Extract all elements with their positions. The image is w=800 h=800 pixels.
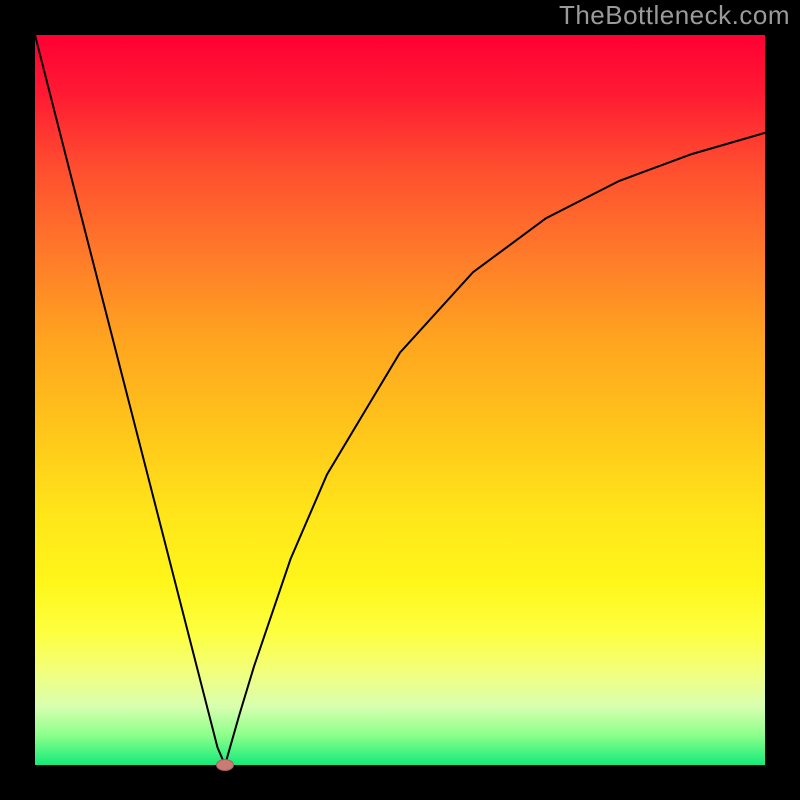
watermark-text: TheBottleneck.com <box>559 0 790 31</box>
minimum-marker <box>216 759 234 771</box>
curve-line <box>35 35 765 765</box>
bottleneck-curve <box>35 35 765 765</box>
chart-frame: TheBottleneck.com <box>0 0 800 800</box>
plot-area <box>35 35 765 765</box>
